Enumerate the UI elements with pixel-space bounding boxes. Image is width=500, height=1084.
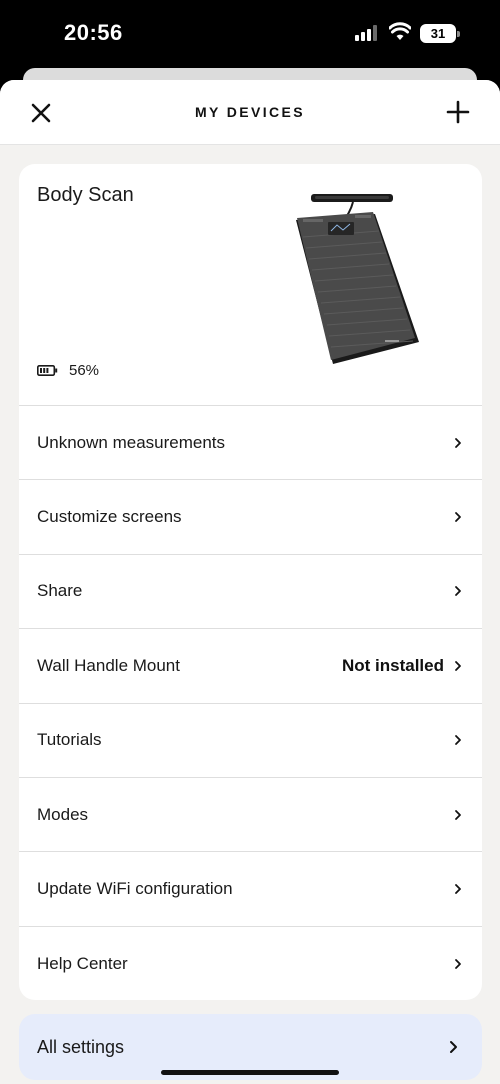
chevron-right-icon [455, 660, 461, 671]
battery-icon [37, 365, 58, 376]
chevron-right-icon [455, 512, 461, 522]
chevron-right-icon [450, 1041, 457, 1053]
chevron-right-icon [455, 437, 461, 448]
status-time: 20:56 [64, 20, 123, 45]
chevron-right-icon [455, 959, 461, 969]
device-menu: Unknown measurements Customize screens S… [19, 406, 482, 1000]
menu-item-label: Update WiFi configuration [37, 879, 233, 899]
menu-item-label: Wall Handle Mount [37, 655, 180, 675]
menu-item-label: Customize screens [37, 507, 182, 527]
menu-item-label: Unknown measurements [37, 432, 226, 452]
menu-item-help-center[interactable]: Help Center [19, 927, 482, 1000]
my-devices-sheet: MY DEVICES Body Scan 56% Unknown measure… [0, 80, 500, 1084]
plus-icon[interactable] [444, 98, 472, 126]
device-summary[interactable]: Body Scan 56% [19, 164, 482, 406]
smart-scale-image [296, 194, 419, 364]
chevron-right-icon [455, 586, 461, 597]
menu-item-tutorials[interactable]: Tutorials [19, 704, 482, 778]
page-title: MY DEVICES [194, 104, 306, 120]
wall-handle-status: Not installed [341, 655, 444, 675]
device-battery: 56% [37, 362, 99, 379]
chevron-right-icon [455, 809, 461, 820]
menu-item-label: Tutorials [37, 730, 102, 750]
menu-item-update-wifi[interactable]: Update WiFi configuration [19, 852, 482, 927]
menu-item-wall-handle-mount[interactable]: Wall Handle Mount Not installed [19, 629, 482, 704]
menu-item-share[interactable]: Share [19, 555, 482, 630]
device-name: Body Scan [37, 184, 134, 206]
all-settings-label: All settings [37, 1036, 125, 1057]
menu-item-unknown-measurements[interactable]: Unknown measurements [19, 406, 482, 481]
menu-item-label: Help Center [37, 953, 128, 973]
menu-item-label: Share [37, 581, 83, 601]
header: MY DEVICES [0, 80, 500, 145]
menu-item-label: Modes [37, 804, 89, 824]
wifi-icon [389, 22, 411, 40]
status-bar: 20:56 31 [0, 0, 500, 68]
menu-item-customize-screens[interactable]: Customize screens [19, 480, 482, 555]
menu-item-modes[interactable]: Modes [19, 778, 482, 853]
cellular-signal-icon [355, 25, 381, 41]
chevron-right-icon [455, 735, 461, 746]
chevron-right-icon [455, 884, 461, 894]
device-card: Body Scan 56% Unknown measurements Custo… [19, 164, 482, 1000]
battery-percent: 56% [69, 362, 100, 379]
home-indicator[interactable] [161, 1070, 339, 1075]
battery-status-icon: 31 [420, 24, 460, 43]
